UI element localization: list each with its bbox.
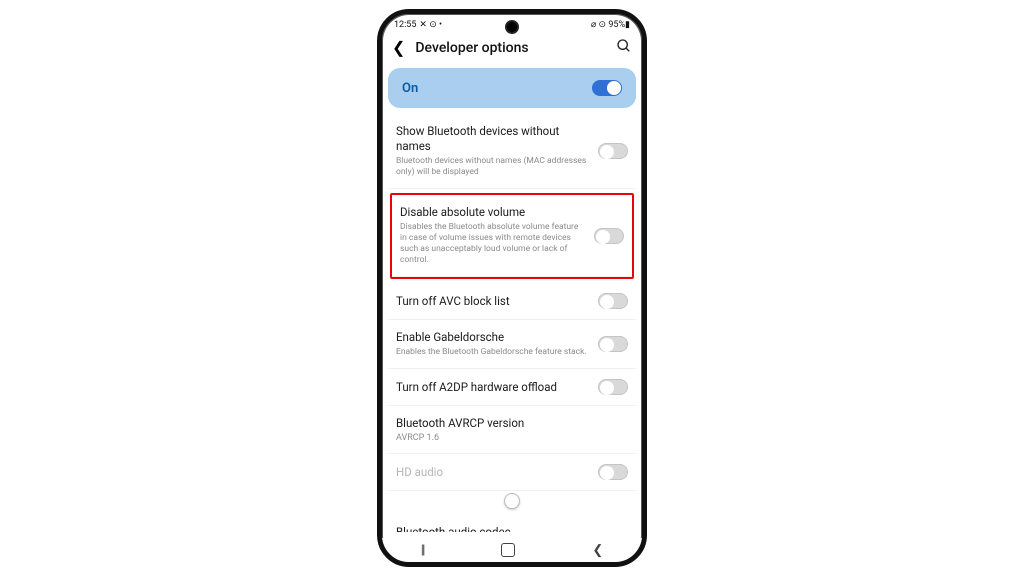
setting-title: Bluetooth AVRCP version bbox=[396, 416, 628, 431]
app-header: ❮ Developer options bbox=[382, 32, 642, 68]
nav-bar: ||| ❮ bbox=[382, 538, 642, 562]
setting-description: Bluetooth devices without names (MAC add… bbox=[396, 156, 588, 178]
toggle-switch[interactable] bbox=[598, 336, 628, 352]
developer-options-master-toggle[interactable]: On bbox=[388, 68, 636, 108]
master-toggle-label: On bbox=[402, 81, 418, 96]
hd-audio-slider bbox=[388, 491, 636, 515]
search-icon[interactable] bbox=[616, 38, 632, 58]
toggle-switch[interactable] bbox=[598, 143, 628, 159]
toggle-switch[interactable] bbox=[598, 293, 628, 309]
nav-home-button[interactable] bbox=[501, 543, 515, 557]
setting-row-gabeldorsche[interactable]: Enable Gabeldorsche Enables the Bluetooth… bbox=[388, 320, 636, 369]
status-left-icons: ✕ ⊙ • bbox=[419, 20, 442, 30]
setting-description: Disables the Bluetooth absolute volume f… bbox=[400, 222, 584, 266]
nav-back-button[interactable]: ❮ bbox=[592, 543, 603, 558]
setting-value: AVRCP 1.6 bbox=[396, 433, 628, 443]
nav-recents-button[interactable]: ||| bbox=[421, 543, 424, 558]
setting-title: HD audio bbox=[396, 465, 588, 480]
settings-list[interactable]: Show Bluetooth devices without namesBlue… bbox=[382, 114, 642, 532]
front-camera bbox=[505, 20, 519, 34]
toggle-switch bbox=[598, 464, 628, 480]
setting-row-disable-abs-volume[interactable]: Disable absolute volume Disables the Blue… bbox=[392, 195, 632, 277]
page-title: Developer options bbox=[415, 40, 606, 56]
setting-row-a2dp-offload[interactable]: Turn off A2DP hardware offload bbox=[388, 369, 636, 406]
setting-title: Enable Gabeldorsche bbox=[396, 330, 588, 345]
setting-title: Turn off A2DP hardware offload bbox=[396, 380, 588, 395]
setting-description: Enables the Bluetooth Gabeldorsche featu… bbox=[396, 347, 588, 358]
status-time: 12:55 bbox=[394, 20, 416, 30]
setting-title: Bluetooth audio codec bbox=[396, 525, 628, 532]
toggle-switch[interactable] bbox=[598, 379, 628, 395]
status-right-icons: ⌀ ⊙ 95%▮ bbox=[591, 20, 630, 30]
setting-row-avc-block[interactable]: Turn off AVC block list bbox=[388, 283, 636, 320]
phone-frame: 12:55 ✕ ⊙ • ⌀ ⊙ 95%▮ ❮ Developer options… bbox=[377, 9, 647, 567]
setting-row-bt-codec[interactable]: Bluetooth audio codecSBC bbox=[388, 515, 636, 532]
setting-row-avrcp[interactable]: Bluetooth AVRCP version AVRCP 1.6 bbox=[388, 406, 636, 454]
back-button[interactable]: ❮ bbox=[392, 40, 405, 56]
setting-row-bt-no-names[interactable]: Show Bluetooth devices without namesBlue… bbox=[388, 114, 636, 189]
master-toggle-switch[interactable] bbox=[592, 80, 622, 96]
setting-title: Show Bluetooth devices without names bbox=[396, 124, 588, 154]
setting-title: Turn off AVC block list bbox=[396, 294, 588, 309]
setting-row-hd-audio[interactable]: HD audio bbox=[388, 454, 636, 491]
toggle-switch[interactable] bbox=[594, 228, 624, 244]
setting-title: Disable absolute volume bbox=[400, 205, 584, 220]
